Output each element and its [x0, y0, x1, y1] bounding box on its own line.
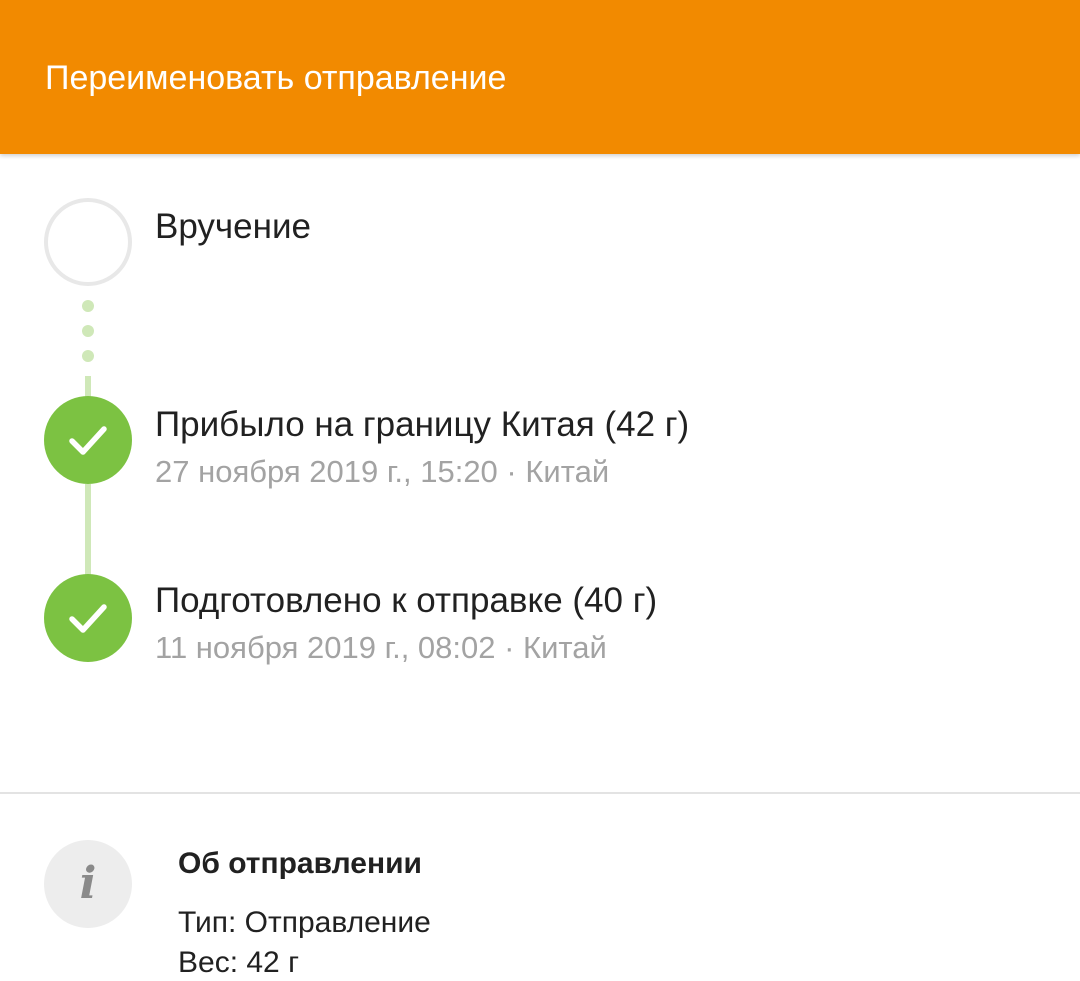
connector-line [85, 376, 91, 398]
section-divider [0, 792, 1080, 794]
event-date-location: 11 ноября 2019 г., 08:02 · Китай [155, 630, 607, 665]
pending-status-circle-icon [44, 198, 132, 286]
check-icon [44, 574, 132, 662]
info-icon: i [44, 840, 132, 928]
shipment-weight: Вес: 42 г [178, 946, 300, 979]
connector-dot [82, 350, 94, 362]
shipment-type: Тип: Отправление [178, 906, 431, 939]
rename-shipment-button[interactable]: Переименовать отправление [45, 58, 506, 98]
event-title: Подготовлено к отправке (40 г) [155, 581, 658, 620]
event-title: Вручение [155, 207, 311, 246]
info-glyph: i [79, 858, 97, 909]
check-icon [44, 396, 132, 484]
info-heading: Об отправлении [178, 847, 422, 880]
event-title: Прибыло на границу Китая (42 г) [155, 405, 690, 444]
connector-line [85, 484, 91, 576]
connector-dot [82, 300, 94, 312]
connector-dot [82, 325, 94, 337]
app-bar: Переименовать отправление [0, 0, 1080, 154]
event-date-location: 27 ноября 2019 г., 15:20 · Китай [155, 454, 610, 489]
